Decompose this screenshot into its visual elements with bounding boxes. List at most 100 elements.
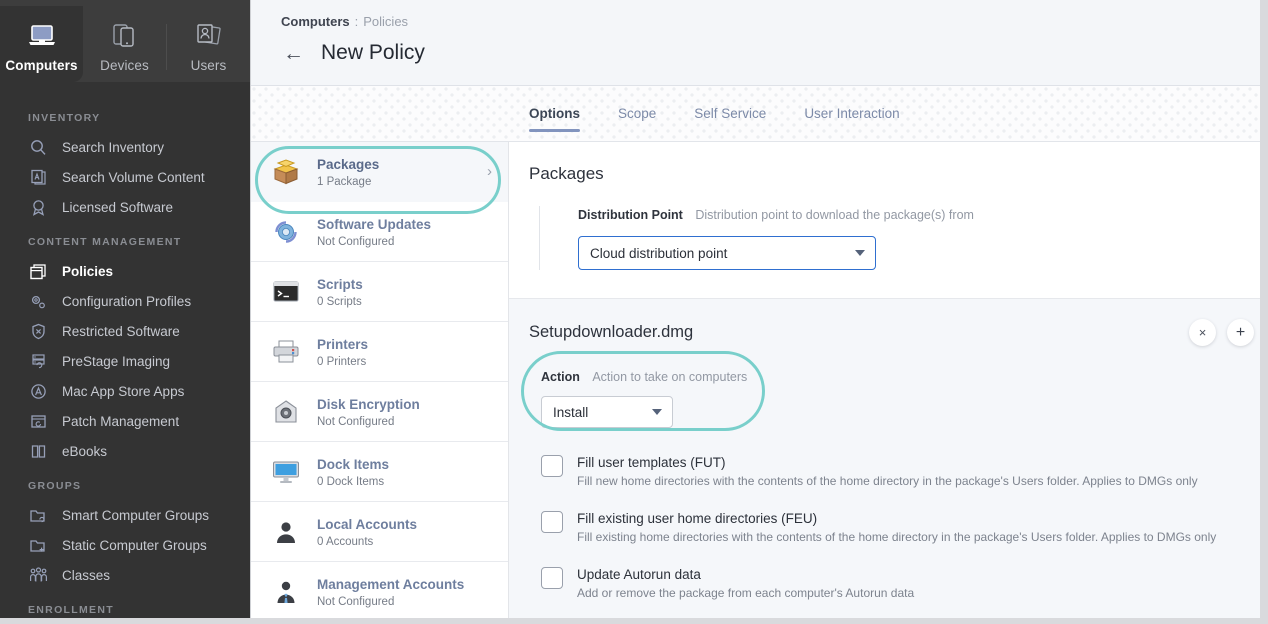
tab-scope[interactable]: Scope bbox=[618, 86, 656, 142]
left-sidebar: Computers Devices bbox=[0, 0, 250, 624]
sidebar-item-configuration-profiles[interactable]: Configuration Profiles bbox=[0, 286, 250, 316]
sidebar-item-label: Search Inventory bbox=[62, 140, 164, 155]
payload-text: Software Updates Not Configured bbox=[317, 216, 508, 248]
distribution-point-select[interactable]: Cloud distribution point bbox=[578, 236, 876, 270]
payload-row-printers[interactable]: Printers 0 Printers bbox=[251, 322, 508, 382]
tab-options[interactable]: Options bbox=[529, 86, 580, 142]
window-right-margin bbox=[1260, 0, 1268, 624]
payload-status: Not Configured bbox=[317, 236, 508, 248]
product-tab-label: Computers bbox=[5, 58, 77, 73]
sidebar-nav: INVENTORY Search Inventory Search Volume… bbox=[0, 82, 250, 624]
ribbon-award-icon bbox=[26, 197, 50, 217]
payload-row-local-accounts[interactable]: Local Accounts 0 Accounts bbox=[251, 502, 508, 562]
payload-row-scripts[interactable]: Scripts 0 Scripts bbox=[251, 262, 508, 322]
mobile-devices-icon bbox=[105, 19, 145, 53]
terminal-icon bbox=[269, 275, 303, 309]
package-actions: × + bbox=[1189, 319, 1254, 346]
packages-section: Packages Distribution Point Distribution… bbox=[509, 142, 1268, 299]
sidebar-item-licensed-software[interactable]: Licensed Software bbox=[0, 192, 250, 222]
package-detail-section: Setupdownloader.dmg × + Action Action to… bbox=[509, 299, 1268, 624]
product-tab-users[interactable]: Users bbox=[167, 6, 250, 82]
checkbox-description: Fill new home directories with the conte… bbox=[577, 474, 1198, 488]
breadcrumb: Computers: Policies bbox=[281, 14, 1268, 29]
checkbox-title: Fill existing user home directories (FEU… bbox=[577, 510, 1216, 527]
sidebar-item-label: Patch Management bbox=[62, 414, 179, 429]
payload-list: Packages 1 Package › bbox=[251, 142, 509, 624]
payload-status: 0 Printers bbox=[317, 356, 508, 368]
sidebar-group-content-management: CONTENT MANAGEMENT bbox=[0, 222, 250, 256]
open-book-icon bbox=[26, 441, 50, 461]
sidebar-item-patch-management[interactable]: Patch Management bbox=[0, 406, 250, 436]
package-filename: Setupdownloader.dmg bbox=[529, 323, 693, 342]
product-tab-devices[interactable]: Devices bbox=[83, 6, 166, 82]
back-arrow-icon[interactable]: ← bbox=[283, 43, 313, 64]
sidebar-item-search-volume-content[interactable]: Search Volume Content bbox=[0, 162, 250, 192]
folder-plus-icon bbox=[26, 535, 50, 555]
title-row: ← New Policy bbox=[281, 41, 1268, 65]
display-dock-icon bbox=[269, 455, 303, 489]
checkbox-description: Add or remove the package from each comp… bbox=[577, 586, 914, 600]
breadcrumb-root[interactable]: Computers bbox=[281, 14, 350, 29]
payload-text: Dock Items 0 Dock Items bbox=[317, 456, 508, 488]
payload-name: Printers bbox=[317, 337, 368, 352]
payload-name: Scripts bbox=[317, 277, 363, 292]
windows-stack-icon bbox=[26, 261, 50, 281]
payload-status: 0 Scripts bbox=[317, 296, 508, 308]
chevron-down-icon bbox=[855, 250, 865, 256]
main-content: Computers:Policies ← New Policy Options … bbox=[250, 0, 1268, 624]
payload-row-disk-encryption[interactable]: Disk Encryption Not Configured bbox=[251, 382, 508, 442]
action-select[interactable]: Install bbox=[541, 396, 673, 428]
sidebar-group-inventory: INVENTORY bbox=[0, 98, 250, 132]
sidebar-item-mac-app-store-apps[interactable]: Mac App Store Apps bbox=[0, 376, 250, 406]
sidebar-item-search-inventory[interactable]: Search Inventory bbox=[0, 132, 250, 162]
payload-name: Local Accounts bbox=[317, 517, 417, 532]
checkbox-row-autorun: Update Autorun data Add or remove the pa… bbox=[541, 566, 1268, 600]
sidebar-item-label: PreStage Imaging bbox=[62, 354, 170, 369]
people-group-icon bbox=[26, 565, 50, 585]
sidebar-item-label: Configuration Profiles bbox=[62, 294, 191, 309]
server-refresh-icon bbox=[26, 351, 50, 371]
checkbox-row-fut: Fill user templates (FUT) Fill new home … bbox=[541, 454, 1268, 488]
application-window: Computers Devices bbox=[0, 0, 1268, 624]
tab-self-service[interactable]: Self Service bbox=[694, 86, 766, 142]
sidebar-item-restricted-software[interactable]: Restricted Software bbox=[0, 316, 250, 346]
gears-icon bbox=[26, 291, 50, 311]
payload-row-management-accounts[interactable]: Management Accounts Not Configured bbox=[251, 562, 508, 622]
checkbox-text: Update Autorun data Add or remove the pa… bbox=[577, 566, 914, 600]
payload-row-software-updates[interactable]: Software Updates Not Configured bbox=[251, 202, 508, 262]
add-package-button[interactable]: + bbox=[1227, 319, 1254, 346]
sidebar-item-prestage-imaging[interactable]: PreStage Imaging bbox=[0, 346, 250, 376]
payload-status: Not Configured bbox=[317, 596, 508, 608]
breadcrumb-current[interactable]: Policies bbox=[363, 14, 408, 29]
remove-package-button[interactable]: × bbox=[1189, 319, 1216, 346]
payload-text: Scripts 0 Scripts bbox=[317, 276, 508, 308]
breadcrumb-separator: : bbox=[355, 14, 359, 29]
checkbox-row-feu: Fill existing user home directories (FEU… bbox=[541, 510, 1268, 544]
update-autorun-data-checkbox[interactable] bbox=[541, 567, 563, 589]
tab-user-interaction[interactable]: User Interaction bbox=[804, 86, 899, 142]
payload-status: Not Configured bbox=[317, 416, 508, 428]
payload-row-dock-items[interactable]: Dock Items 0 Dock Items bbox=[251, 442, 508, 502]
sidebar-item-smart-computer-groups[interactable]: Smart Computer Groups bbox=[0, 500, 250, 530]
checkbox-title: Update Autorun data bbox=[577, 566, 914, 583]
sidebar-item-label: Classes bbox=[62, 568, 110, 583]
sidebar-item-label: Policies bbox=[62, 264, 113, 279]
product-tab-computers[interactable]: Computers bbox=[0, 6, 83, 82]
sidebar-item-policies[interactable]: Policies bbox=[0, 256, 250, 286]
payload-name: Dock Items bbox=[317, 457, 389, 472]
content-body: Packages 1 Package › bbox=[251, 142, 1268, 624]
payload-row-packages[interactable]: Packages 1 Package › bbox=[251, 142, 508, 202]
sidebar-item-classes[interactable]: Classes bbox=[0, 560, 250, 590]
distribution-point-value: Cloud distribution point bbox=[590, 246, 727, 261]
sidebar-item-label: Restricted Software bbox=[62, 324, 180, 339]
fill-existing-user-home-directories-checkbox[interactable] bbox=[541, 511, 563, 533]
page-header: Computers: Policies ← New Policy bbox=[251, 0, 1268, 86]
users-cards-icon bbox=[189, 19, 229, 53]
sidebar-item-label: Licensed Software bbox=[62, 200, 173, 215]
sidebar-item-label: eBooks bbox=[62, 444, 107, 459]
sidebar-item-static-computer-groups[interactable]: Static Computer Groups bbox=[0, 530, 250, 560]
action-label: Action bbox=[541, 370, 580, 384]
sidebar-item-ebooks[interactable]: eBooks bbox=[0, 436, 250, 466]
fill-user-templates-checkbox[interactable] bbox=[541, 455, 563, 477]
checkbox-description: Fill existing home directories with the … bbox=[577, 530, 1216, 544]
